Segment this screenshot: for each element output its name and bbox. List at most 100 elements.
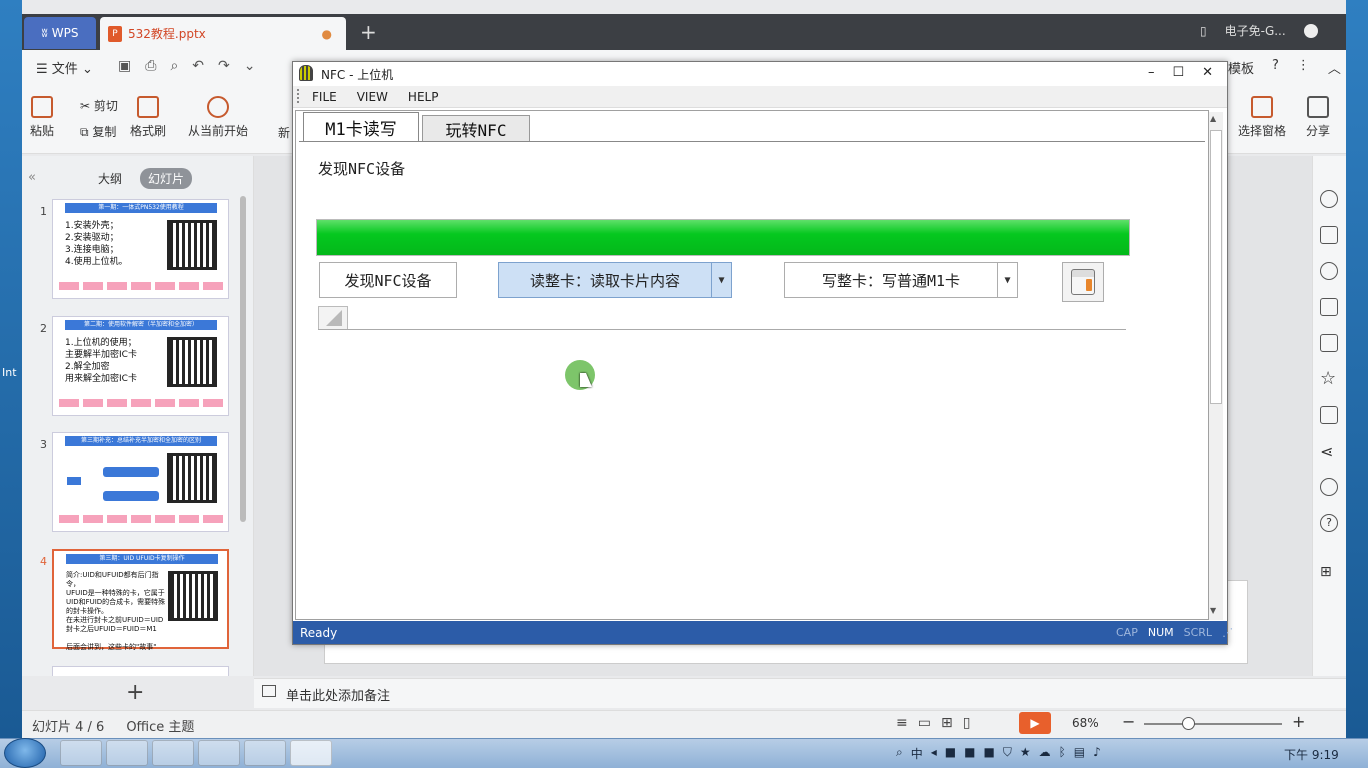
slide-sorter-icon[interactable]: ⊞: [941, 715, 953, 731]
slide-body: 简介:UID和UFUID都有后门指令， UFUID是一种特殊的卡，它属于 UID…: [66, 571, 166, 651]
shape-icon[interactable]: [1320, 262, 1338, 280]
new-slide-button[interactable]: 新: [278, 124, 290, 141]
zoom-slider[interactable]: [1144, 723, 1282, 725]
print-preview-icon[interactable]: ⌕: [170, 58, 178, 74]
bluetooth-icon[interactable]: ᛒ: [1059, 745, 1066, 762]
nfc-scrollbar-thumb[interactable]: [1210, 130, 1222, 404]
grid-apps-icon[interactable]: ⊞: [1320, 564, 1338, 582]
menu-help[interactable]: HELP: [408, 90, 439, 104]
notes-placeholder[interactable]: 单击此处添加备注: [286, 685, 390, 704]
scroll-down-arrow-icon[interactable]: ▼: [1210, 606, 1216, 615]
search-icon[interactable]: ⌕: [896, 745, 903, 762]
notes-toggle-icon[interactable]: ≡: [896, 715, 908, 731]
document-tab[interactable]: P 532教程.pptx ●: [100, 17, 346, 50]
taskbar-app-3[interactable]: [152, 740, 194, 766]
tab-outline[interactable]: 大纲: [90, 168, 130, 189]
write-card-split-button[interactable]: 写整卡：写普通M1卡 ▼: [784, 262, 1018, 298]
tab-m1-card[interactable]: M1卡读写: [303, 112, 419, 142]
calculator-button[interactable]: [1062, 262, 1104, 302]
collapse-panel-icon[interactable]: «: [28, 170, 36, 185]
layout-icon[interactable]: ▯: [1200, 24, 1207, 38]
close-icon[interactable]: ✕: [1202, 65, 1213, 80]
volume-icon[interactable]: ♪: [1093, 745, 1101, 762]
taskbar-wps-presentation[interactable]: [244, 740, 286, 766]
history-icon[interactable]: [1320, 478, 1338, 496]
star-tray-icon[interactable]: ★: [1020, 745, 1031, 762]
zoom-in-button[interactable]: +: [1292, 712, 1305, 731]
copy-format-icon[interactable]: [1320, 226, 1338, 244]
star-sticker-icon[interactable]: [1320, 190, 1338, 208]
zoom-slider-handle[interactable]: [1182, 717, 1195, 730]
chevron-down-icon[interactable]: ▼: [997, 263, 1017, 297]
tray-app-icon[interactable]: ■: [983, 745, 994, 762]
network-icon[interactable]: ▤: [1074, 745, 1085, 762]
new-tab-button[interactable]: +: [360, 20, 377, 44]
taskbar-app-2[interactable]: [106, 740, 148, 766]
scroll-up-arrow-icon[interactable]: ▲: [1210, 114, 1216, 123]
play-from-current-button[interactable]: 从当前开始: [188, 96, 248, 139]
undo-icon[interactable]: ↶: [192, 58, 204, 74]
slide-thumbnail-5[interactable]: [52, 666, 229, 676]
minimize-icon[interactable]: –: [1148, 65, 1155, 80]
favorite-star-icon[interactable]: ☆: [1320, 370, 1338, 388]
help-icon[interactable]: ?: [1272, 58, 1279, 77]
template-menu[interactable]: 模板: [1228, 58, 1254, 77]
collapse-ribbon-icon[interactable]: ︿: [1328, 58, 1341, 77]
redo-icon[interactable]: ↷: [218, 58, 230, 74]
user-name[interactable]: 电子免-G...: [1225, 22, 1286, 39]
tray-expand-icon[interactable]: ◂: [931, 745, 937, 762]
cut-button[interactable]: ✂ 剪切: [80, 97, 118, 114]
file-menu[interactable]: ☰ 文件 ⌄: [36, 58, 93, 77]
slide-thumbnail-1[interactable]: 第一期：一体式PN532使用教程 1.安装外壳； 2.安装驱动； 3.连接电脑；…: [52, 199, 229, 299]
maximize-icon[interactable]: ☐: [1173, 65, 1185, 80]
ime-indicator[interactable]: 中: [911, 745, 923, 762]
chevron-down-icon[interactable]: ▼: [711, 263, 731, 297]
wps-home-tab[interactable]: ʬ WPS: [24, 17, 96, 49]
cloud-icon[interactable]: ☁: [1039, 745, 1051, 762]
more-icon[interactable]: ⋮: [1297, 58, 1310, 77]
nfc-titlebar[interactable]: [293, 62, 1227, 86]
help-circle-icon[interactable]: ?: [1320, 514, 1338, 532]
size-grip-icon[interactable]: ⋰: [1222, 626, 1233, 639]
print-icon[interactable]: ⎙: [145, 58, 156, 74]
slides-panel-scrollbar[interactable]: [240, 196, 246, 522]
save-icon[interactable]: ▣: [118, 58, 131, 74]
taskbar-explorer[interactable]: [60, 740, 102, 766]
selection-pane-button[interactable]: 选择窗格: [1238, 96, 1286, 139]
menu-view[interactable]: VIEW: [357, 90, 388, 104]
paste-button[interactable]: 粘贴: [30, 96, 54, 139]
share-nodes-icon[interactable]: ⋖: [1320, 442, 1338, 461]
user-avatar-icon[interactable]: [1303, 23, 1318, 38]
tray-app-icon[interactable]: ■: [945, 745, 956, 762]
start-button[interactable]: [4, 738, 46, 768]
zoom-out-button[interactable]: −: [1122, 712, 1135, 731]
find-nfc-device-button[interactable]: 发现NFC设备: [319, 262, 457, 298]
copy-button[interactable]: ⧉ 复制: [80, 123, 116, 140]
shield-icon[interactable]: ⛉: [1003, 745, 1012, 762]
archive-icon[interactable]: [1320, 406, 1338, 424]
customize-icon[interactable]: ⌄: [244, 58, 256, 74]
normal-view-icon[interactable]: ▭: [918, 715, 931, 731]
format-brush-button[interactable]: 格式刷: [130, 96, 166, 139]
wps-logo-icon: ʬ: [41, 26, 48, 40]
zoom-level[interactable]: 68%: [1072, 716, 1099, 730]
tab-play-nfc[interactable]: 玩转NFC: [422, 115, 530, 141]
reading-view-icon[interactable]: ▯: [963, 715, 971, 731]
add-slide-button[interactable]: +: [126, 680, 144, 705]
taskbar-wps-writer[interactable]: [198, 740, 240, 766]
slide-thumbnail-3[interactable]: 第三期补充：总结补充半加密和全加密的区别: [52, 432, 229, 532]
taskbar-clock[interactable]: 下午 9:19: [1284, 746, 1339, 763]
tray-app-icon[interactable]: ■: [964, 745, 975, 762]
slide-thumbnail-2[interactable]: 第二期：使用软件解密（半加密和全加密） 1.上位机的使用； 主要解半加密IC卡 …: [52, 316, 229, 416]
share-button[interactable]: 分享: [1306, 96, 1330, 139]
slide-thumbnail-4[interactable]: 第三期：UID UFUID卡复制操作 简介:UID和UFUID都有后门指令， U…: [52, 549, 229, 651]
taskbar-nfc-app[interactable]: [290, 740, 332, 766]
desktop-icon-label[interactable]: Int: [2, 366, 17, 379]
adjust-icon[interactable]: [1320, 298, 1338, 316]
slideshow-play-button[interactable]: ▶: [1019, 712, 1051, 734]
theme-name[interactable]: Office 主题: [126, 716, 194, 735]
image-icon[interactable]: [1320, 334, 1338, 352]
read-card-split-button[interactable]: 读整卡：读取卡片内容 ▼: [498, 262, 732, 298]
tab-slides[interactable]: 幻灯片: [140, 168, 193, 189]
menu-file[interactable]: FILE: [312, 90, 337, 104]
